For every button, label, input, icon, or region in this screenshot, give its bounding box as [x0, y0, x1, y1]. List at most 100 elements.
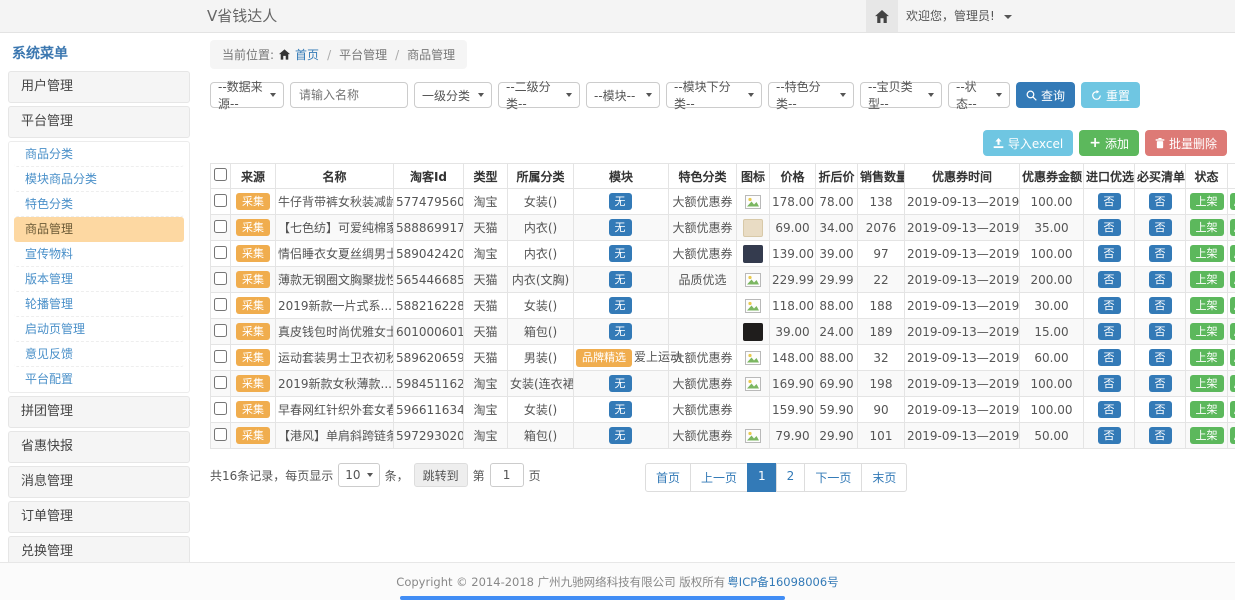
row-checkbox[interactable]: [214, 324, 227, 337]
jump-button[interactable]: 跳转到: [414, 463, 468, 487]
must-buy-toggle[interactable]: 否: [1149, 401, 1172, 418]
edit-button[interactable]: [1230, 323, 1235, 340]
must-buy-toggle[interactable]: 否: [1149, 193, 1172, 210]
status-badge[interactable]: 上架: [1190, 323, 1224, 340]
filter-select-special-category[interactable]: --特色分类--: [768, 82, 854, 108]
status-badge[interactable]: 上架: [1190, 219, 1224, 236]
row-checkbox[interactable]: [214, 246, 227, 259]
filter-select-level1-category[interactable]: 一级分类: [414, 82, 492, 108]
row-checkbox[interactable]: [214, 272, 227, 285]
sidebar-item-version-management[interactable]: 版本管理: [14, 267, 184, 292]
sidebar-item-carousel-management[interactable]: 轮播管理: [14, 292, 184, 317]
select-all-checkbox[interactable]: [214, 168, 227, 181]
add-button[interactable]: + 添加: [1079, 130, 1139, 156]
filter-select-item-type[interactable]: --宝贝类型--: [860, 82, 942, 108]
filter-select-level2-category[interactable]: --二级分类--: [498, 82, 580, 108]
batch-delete-button[interactable]: 批量删除: [1145, 130, 1227, 156]
sidebar-section-order[interactable]: 订单管理: [8, 501, 190, 533]
import-select-toggle[interactable]: 否: [1098, 349, 1121, 366]
edit-button[interactable]: [1230, 271, 1235, 288]
status-badge[interactable]: 上架: [1190, 401, 1224, 418]
product-type: 天猫: [464, 293, 508, 319]
must-buy-toggle[interactable]: 否: [1149, 219, 1172, 236]
edit-button[interactable]: [1230, 427, 1235, 444]
row-checkbox[interactable]: [214, 220, 227, 233]
price: 178.00: [770, 189, 816, 215]
sidebar-section-platform[interactable]: 平台管理: [8, 106, 190, 138]
module-cell: 无: [574, 215, 669, 241]
row-checkbox[interactable]: [214, 402, 227, 415]
jump-page-input[interactable]: [490, 463, 524, 487]
filter-select-data-source[interactable]: --数据来源--: [210, 82, 284, 108]
source-cell: 采集: [231, 267, 276, 293]
pager-page-1[interactable]: 1: [747, 463, 777, 492]
edit-button[interactable]: [1230, 375, 1235, 392]
edit-button[interactable]: [1230, 349, 1235, 366]
sidebar-section-users[interactable]: 用户管理: [8, 71, 190, 103]
import-select-toggle[interactable]: 否: [1098, 401, 1121, 418]
filter-select-module-subcategory[interactable]: --模块下分类--: [666, 82, 762, 108]
pager-first[interactable]: 首页: [645, 463, 691, 492]
sidebar-item-platform-config[interactable]: 平台配置: [14, 367, 184, 392]
name-search-input[interactable]: [290, 82, 408, 108]
horizontal-scrollbar-thumb[interactable]: [400, 596, 785, 600]
status-badge[interactable]: 上架: [1190, 349, 1224, 366]
sidebar-section-message[interactable]: 消息管理: [8, 466, 190, 498]
icp-link[interactable]: 粤ICP备16098006号: [727, 574, 838, 590]
sidebar-item-splash-management[interactable]: 启动页管理: [14, 317, 184, 342]
sidebar-item-promo-materials[interactable]: 宣传物料: [14, 242, 184, 267]
row-checkbox[interactable]: [214, 428, 227, 441]
must-buy-toggle[interactable]: 否: [1149, 297, 1172, 314]
sidebar-section-group-buy[interactable]: 拼团管理: [8, 396, 190, 428]
pager-last[interactable]: 末页: [861, 463, 907, 492]
import-select-toggle[interactable]: 否: [1098, 271, 1121, 288]
breadcrumb-home-link[interactable]: 首页: [295, 46, 319, 63]
import-select-toggle[interactable]: 否: [1098, 245, 1121, 262]
user-menu[interactable]: 欢迎您，管理员!: [906, 0, 1012, 32]
edit-button[interactable]: [1230, 401, 1235, 418]
status-badge[interactable]: 上架: [1190, 297, 1224, 314]
import-select-toggle[interactable]: 否: [1098, 323, 1121, 340]
import-excel-button[interactable]: 导入excel: [983, 130, 1073, 156]
sidebar-item-product-category[interactable]: 商品分类: [14, 142, 184, 167]
status-badge[interactable]: 上架: [1190, 245, 1224, 262]
sidebar-section-express[interactable]: 省惠快报: [8, 431, 190, 463]
pager-page-2[interactable]: 2: [776, 463, 806, 492]
import-select-toggle[interactable]: 否: [1098, 219, 1121, 236]
filter-select-status[interactable]: --状态--: [948, 82, 1010, 108]
must-buy-toggle[interactable]: 否: [1149, 245, 1172, 262]
pager-next[interactable]: 下一页: [804, 463, 862, 492]
filter-select-module[interactable]: --模块--: [586, 82, 660, 108]
status-badge[interactable]: 上架: [1190, 375, 1224, 392]
must-buy-toggle[interactable]: 否: [1149, 427, 1172, 444]
sales-count: 97: [858, 241, 905, 267]
status-badge[interactable]: 上架: [1190, 193, 1224, 210]
pager-prev[interactable]: 上一页: [690, 463, 748, 492]
sidebar-item-special-category[interactable]: 特色分类: [14, 192, 184, 217]
import-select-toggle[interactable]: 否: [1098, 297, 1121, 314]
import-select-toggle[interactable]: 否: [1098, 193, 1121, 210]
edit-button[interactable]: [1230, 245, 1235, 262]
row-checkbox[interactable]: [214, 376, 227, 389]
must-buy-toggle[interactable]: 否: [1149, 323, 1172, 340]
row-checkbox[interactable]: [214, 350, 227, 363]
row-checkbox[interactable]: [214, 298, 227, 311]
edit-button[interactable]: [1230, 193, 1235, 210]
sidebar-item-product-management[interactable]: 商品管理: [14, 217, 184, 242]
import-select-toggle[interactable]: 否: [1098, 375, 1121, 392]
reset-button[interactable]: 重置: [1081, 82, 1140, 108]
must-buy-toggle[interactable]: 否: [1149, 375, 1172, 392]
search-button[interactable]: 查询: [1016, 82, 1075, 108]
status-badge[interactable]: 上架: [1190, 427, 1224, 444]
home-button[interactable]: [866, 0, 898, 32]
page-size-select[interactable]: 10: [338, 463, 379, 487]
sidebar-item-feedback[interactable]: 意见反馈: [14, 342, 184, 367]
status-badge[interactable]: 上架: [1190, 271, 1224, 288]
edit-button[interactable]: [1230, 297, 1235, 314]
edit-button[interactable]: [1230, 219, 1235, 236]
must-buy-toggle[interactable]: 否: [1149, 271, 1172, 288]
import-select-toggle[interactable]: 否: [1098, 427, 1121, 444]
sidebar-item-module-product-category[interactable]: 模块商品分类: [14, 167, 184, 192]
must-buy-toggle[interactable]: 否: [1149, 349, 1172, 366]
row-checkbox[interactable]: [214, 194, 227, 207]
